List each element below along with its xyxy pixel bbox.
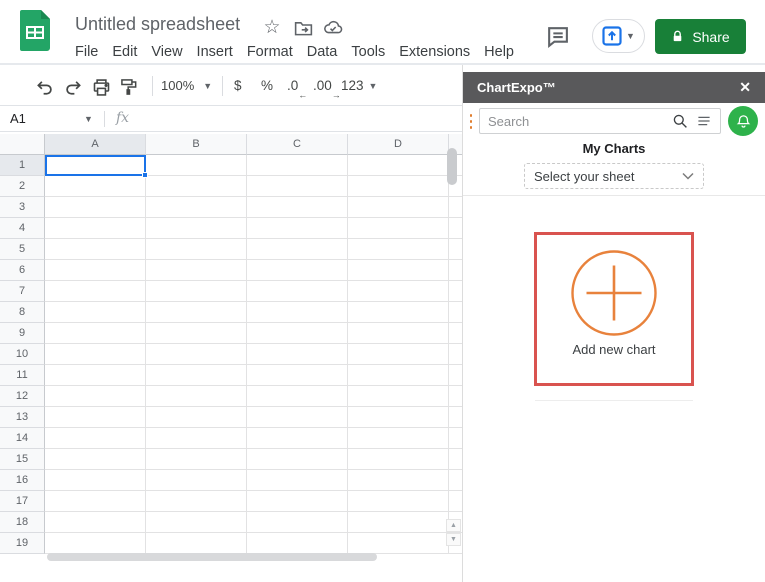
chevron-down-icon — [682, 172, 694, 180]
menu-data[interactable]: Data — [300, 42, 345, 62]
fill-handle[interactable] — [142, 172, 148, 178]
redo-icon[interactable] — [61, 75, 85, 99]
document-title[interactable]: Untitled spreadsheet — [75, 14, 240, 35]
comment-history-icon[interactable] — [544, 23, 571, 49]
my-charts-heading: My Charts — [582, 141, 646, 156]
menu-format[interactable]: Format — [240, 42, 300, 62]
sheets-logo-icon[interactable] — [20, 10, 50, 51]
row-header-8[interactable]: 8 — [0, 302, 45, 323]
vertical-scrollbar-thumb[interactable] — [447, 148, 457, 185]
sheet-selector-dropdown[interactable]: Select your sheet — [524, 163, 704, 189]
row-header-11[interactable]: 11 — [0, 365, 45, 386]
card-bottom-divider — [535, 400, 693, 401]
plus-circle-icon — [571, 250, 657, 336]
panel-title: ChartExpo™ — [477, 80, 556, 95]
formula-bar-divider — [104, 111, 105, 127]
row-header-13[interactable]: 13 — [0, 407, 45, 428]
name-box-caret-icon[interactable]: ▼ — [84, 114, 93, 124]
cell-name-box[interactable]: A1 — [10, 111, 26, 126]
panel-header: ChartExpo™ ✕ — [463, 72, 765, 103]
menu-icon[interactable] — [470, 113, 472, 129]
row-header-7[interactable]: 7 — [0, 281, 45, 302]
cell-area[interactable] — [45, 155, 462, 554]
undo-icon[interactable] — [32, 75, 56, 99]
format-percent-button[interactable]: % — [261, 78, 273, 93]
publish-button[interactable]: ▼ — [592, 19, 645, 53]
zoom-control[interactable]: 100% ▼ — [161, 78, 212, 93]
scroll-up-button[interactable]: ▲ — [446, 519, 461, 532]
menu-extensions[interactable]: Extensions — [392, 42, 477, 62]
selected-cell[interactable] — [45, 155, 148, 178]
menu-insert[interactable]: Insert — [190, 42, 240, 62]
spreadsheet-area: 100% ▼ $ % .0 ← .00 → 123 ▼ A1 ▼ fx ABCD… — [0, 65, 462, 582]
chartexpo-panel: ChartExpo™ ✕ My Charts — [462, 65, 765, 582]
search-icon[interactable] — [672, 113, 688, 129]
search-input[interactable] — [488, 113, 664, 129]
publish-up-arrow-icon — [602, 26, 622, 46]
menu-edit[interactable]: Edit — [105, 42, 144, 62]
menu-view[interactable]: View — [144, 42, 189, 62]
column-header-D[interactable]: D — [348, 134, 449, 155]
menu-help[interactable]: Help — [477, 42, 521, 62]
row-header-2[interactable]: 2 — [0, 176, 45, 197]
format-currency-button[interactable]: $ — [234, 78, 242, 93]
menu-file[interactable]: File — [68, 42, 105, 62]
notification-bell-icon[interactable] — [728, 106, 758, 136]
horizontal-scrollbar-thumb[interactable] — [47, 553, 377, 561]
column-header-A[interactable]: A — [45, 134, 146, 155]
publish-caret-icon: ▼ — [626, 31, 635, 41]
column-header-B[interactable]: B — [146, 134, 247, 155]
cloud-saved-icon[interactable] — [322, 17, 344, 39]
row-header-10[interactable]: 10 — [0, 344, 45, 365]
panel-toolbar — [463, 103, 765, 139]
toolbar-divider — [222, 76, 223, 96]
more-formats-button[interactable]: 123 ▼ — [341, 78, 377, 93]
row-header-19[interactable]: 19 — [0, 533, 45, 554]
row-header-16[interactable]: 16 — [0, 470, 45, 491]
topbar: Untitled spreadsheet ☆ File Edit View Inser… — [0, 0, 765, 65]
panel-divider — [463, 195, 765, 196]
row-header-3[interactable]: 3 — [0, 197, 45, 218]
print-icon[interactable] — [89, 75, 113, 99]
add-new-chart-label: Add new chart — [572, 342, 656, 357]
row-header-15[interactable]: 15 — [0, 449, 45, 470]
increase-decimal-arrow-icon: → — [331, 90, 341, 100]
scroll-down-button[interactable]: ▼ — [446, 533, 461, 546]
sheet-selector-value: Select your sheet — [534, 168, 635, 184]
row-header-6[interactable]: 6 — [0, 260, 45, 281]
share-label: Share — [692, 28, 730, 45]
move-folder-icon[interactable] — [292, 17, 314, 39]
paint-format-icon[interactable] — [117, 75, 141, 99]
share-button[interactable]: Share — [655, 19, 746, 54]
row-header-1[interactable]: 1 — [0, 155, 45, 176]
star-icon[interactable]: ☆ — [261, 17, 283, 39]
column-header-C[interactable]: C — [247, 134, 348, 155]
row-header-5[interactable]: 5 — [0, 239, 45, 260]
more-formats-caret-icon: ▼ — [368, 80, 378, 91]
filter-icon[interactable] — [696, 113, 712, 129]
toolbar: 100% ▼ $ % .0 ← .00 → 123 ▼ — [0, 65, 462, 105]
select-all-corner[interactable] — [0, 134, 45, 155]
menubar: File Edit View Insert Format Data Tools Extensi… — [68, 42, 521, 62]
zoom-level: 100% — [161, 78, 195, 93]
decrease-decimal-arrow-icon: ← — [298, 90, 308, 100]
formula-bar: A1 ▼ fx — [0, 105, 462, 132]
close-icon[interactable]: ✕ — [739, 79, 751, 96]
row-header-4[interactable]: 4 — [0, 218, 45, 239]
add-new-chart-button[interactable]: Add new chart — [534, 232, 694, 386]
lock-icon — [674, 30, 682, 42]
fx-icon: fx — [116, 110, 130, 126]
increase-decimal-button[interactable]: .00 → — [313, 78, 341, 100]
row-header-17[interactable]: 17 — [0, 491, 45, 512]
spreadsheet-grid: ABCD 1 2 3 4 5 6 7 8 9 10 11 12 13 14 15 16 17 18 19 — [0, 134, 462, 563]
toolbar-divider — [152, 76, 153, 96]
row-header-9[interactable]: 9 — [0, 323, 45, 344]
row-header-18[interactable]: 18 — [0, 512, 45, 533]
zoom-caret-icon: ▼ — [203, 80, 213, 91]
row-header-12[interactable]: 12 — [0, 386, 45, 407]
decrease-decimal-button[interactable]: .0 ← — [287, 78, 307, 100]
menu-tools[interactable]: Tools — [344, 42, 392, 62]
row-header-14[interactable]: 14 — [0, 428, 45, 449]
search-box — [479, 108, 721, 134]
